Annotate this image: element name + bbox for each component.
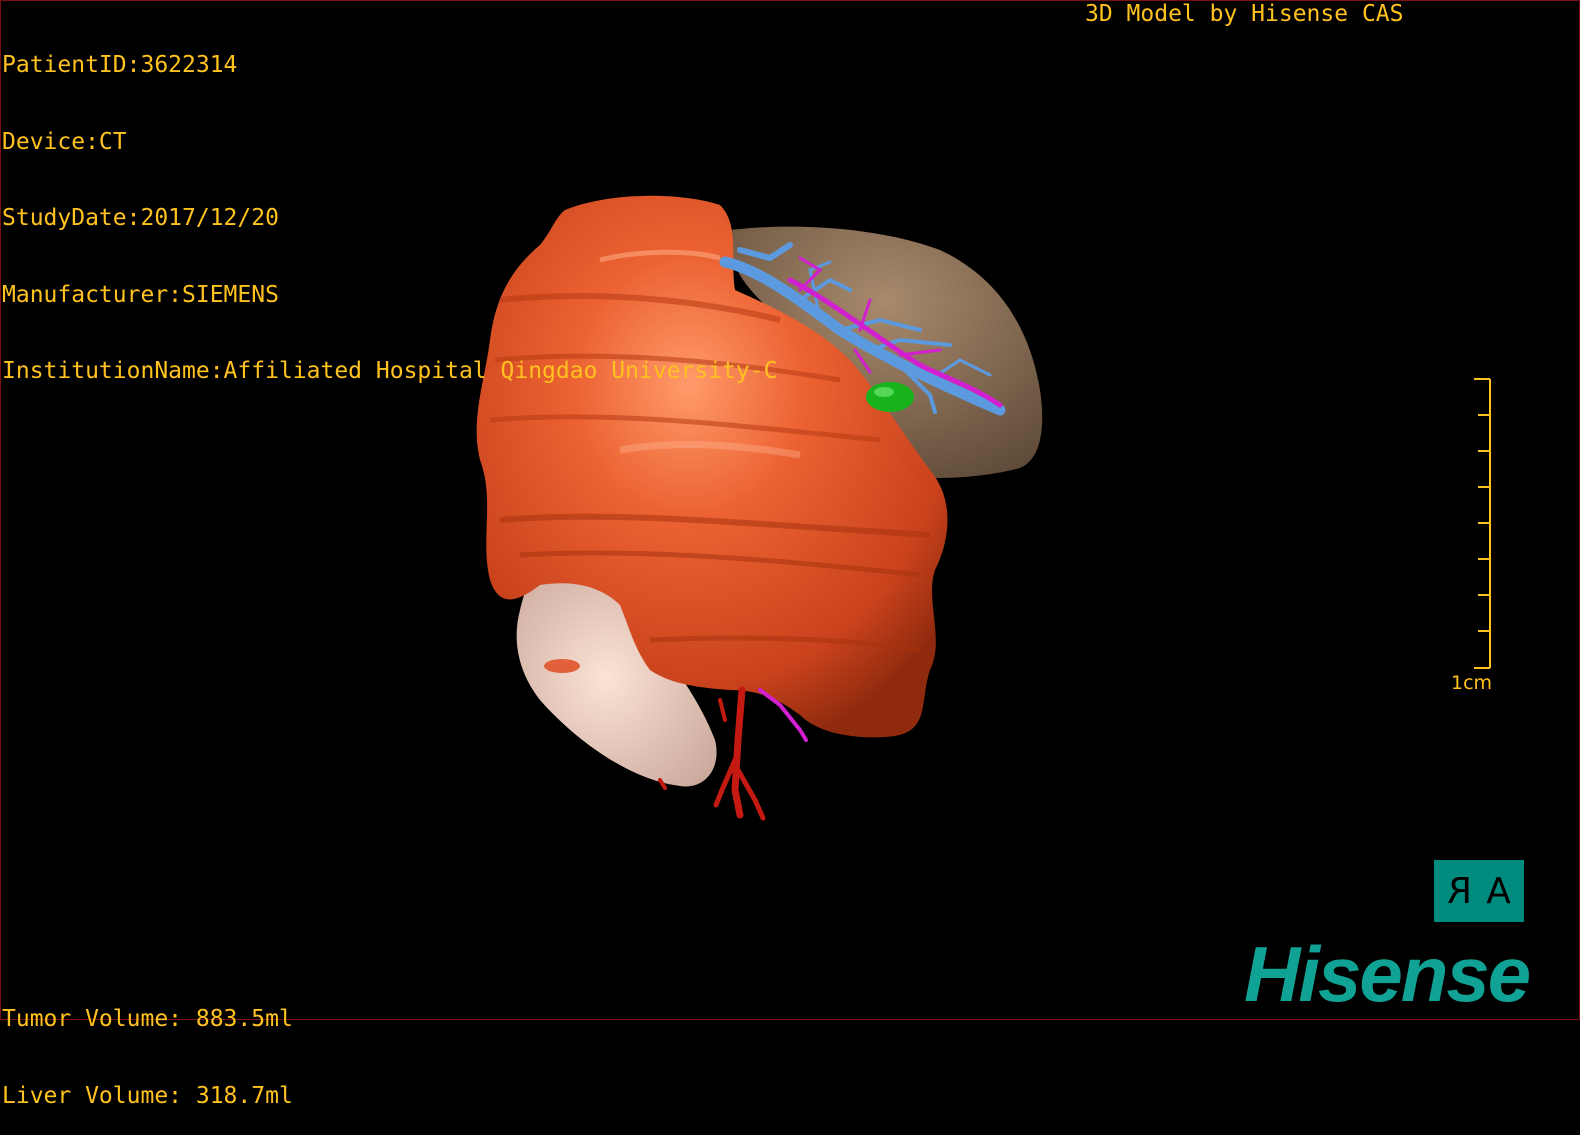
institution-label: InstitutionName:Affiliated Hospital Qing…	[2, 358, 778, 384]
device-label: Device:CT	[2, 128, 127, 155]
gallbladder-highlight	[874, 387, 894, 397]
orientation-right-letter: A	[1486, 870, 1511, 912]
patient-id-label: PatientID:3622314	[2, 52, 238, 78]
scale-bar	[1474, 378, 1491, 669]
liver-volume-label: Liver Volume: 318.7ml	[2, 1082, 293, 1109]
kidney-spot	[544, 659, 580, 673]
study-date-label: StudyDate:2017/12/20	[2, 205, 279, 231]
orientation-cube[interactable]: R A	[1434, 860, 1524, 922]
manufacturer-label: Manufacturer:SIEMENS	[2, 281, 279, 308]
model-credit: 3D Model by Hisense CAS	[1085, 1, 1404, 27]
orientation-left-letter: R	[1447, 870, 1473, 912]
hisense-logo: Hisense	[1244, 930, 1531, 1018]
gallbladder-mesh	[866, 382, 914, 412]
patient-info: PatientID:3622314 Device:CT StudyDate:20…	[2, 2, 777, 410]
volume-readout: Tumor Volume: 883.5ml Liver Volume: 318.…	[2, 956, 293, 1135]
scale-label: 1cm	[1451, 672, 1493, 694]
